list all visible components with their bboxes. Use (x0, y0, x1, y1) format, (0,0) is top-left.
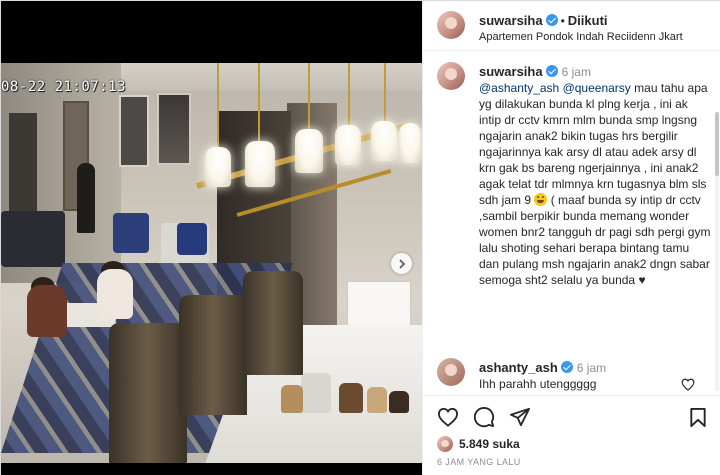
caption-username[interactable]: suwarsiha (479, 64, 543, 79)
caption-mention[interactable]: @ashanty_ash (479, 81, 559, 95)
post-modal: 08-22 21:07:13 suwarsiha • Diikuti Apartem… (0, 0, 720, 475)
media-letterbox-bottom (1, 463, 422, 475)
grinning-emoji-icon (534, 193, 548, 206)
media-letterbox-top (1, 1, 422, 63)
follow-status-button[interactable]: Diikuti (568, 13, 608, 28)
cctv-image (1, 63, 422, 463)
cctv-timestamp: 08-22 21:07:13 (1, 79, 127, 95)
post-location[interactable]: Apartemen Pondok Indah Reciidenn Jkart (479, 31, 717, 43)
comment-like-heart-icon[interactable] (681, 378, 695, 391)
author-avatar[interactable] (437, 11, 465, 39)
comments-section: suwarsiha 6 jam @ashanty_ash @queenarsy m… (423, 52, 720, 391)
comment-item: ashanty_ash 6 jam Ihh parahh utenggggg (479, 360, 679, 391)
share-button[interactable] (509, 406, 531, 428)
post-media[interactable]: 08-22 21:07:13 (1, 1, 422, 475)
like-button[interactable] (437, 406, 459, 428)
comment-time[interactable]: 6 jam (577, 361, 606, 375)
share-icon (509, 407, 530, 427)
likes-row: 5.849 suka (437, 435, 520, 453)
likes-count[interactable]: 5.849 suka (459, 437, 520, 451)
post-time-ago[interactable]: 6 JAM YANG LALU (437, 457, 521, 467)
action-bar (423, 395, 720, 433)
caption-avatar[interactable] (437, 62, 465, 90)
verified-badge-icon (560, 361, 573, 373)
comment-text: Ihh parahh utenggggg (479, 377, 597, 391)
comments-scrollbar[interactable] (715, 112, 719, 391)
caption-body: mau tahu apa yg dilakukan bunda kl plng … (479, 81, 708, 207)
caption-body-cont: ( maaf bunda sy intip dr cctv ,sambil be… (479, 193, 711, 287)
heart-icon (437, 407, 459, 427)
caption-mention[interactable]: @queenarsy (563, 81, 631, 95)
post-header: suwarsiha • Diikuti Apartemen Pondok Indah… (423, 1, 720, 51)
caption-text: suwarsiha 6 jam @ashanty_ash @queenarsy m… (479, 64, 711, 288)
verified-badge-icon (545, 65, 558, 77)
caption-time[interactable]: 6 jam (562, 65, 591, 79)
verified-badge-icon (545, 14, 558, 26)
author-row: suwarsiha • Diikuti (479, 12, 608, 30)
author-username[interactable]: suwarsiha (479, 13, 543, 28)
post-side-panel: suwarsiha • Diikuti Apartemen Pondok Indah… (422, 1, 720, 475)
chevron-right-icon (398, 258, 405, 269)
save-button[interactable] (687, 406, 709, 428)
commenter-avatar[interactable] (437, 358, 465, 386)
comment-icon (473, 407, 495, 428)
separator-dot: • (560, 14, 565, 28)
next-media-button[interactable] (391, 253, 412, 274)
bookmark-icon (690, 407, 706, 427)
comment-button[interactable] (473, 406, 495, 428)
liker-avatar[interactable] (437, 436, 453, 452)
comment-username[interactable]: ashanty_ash (479, 360, 558, 375)
